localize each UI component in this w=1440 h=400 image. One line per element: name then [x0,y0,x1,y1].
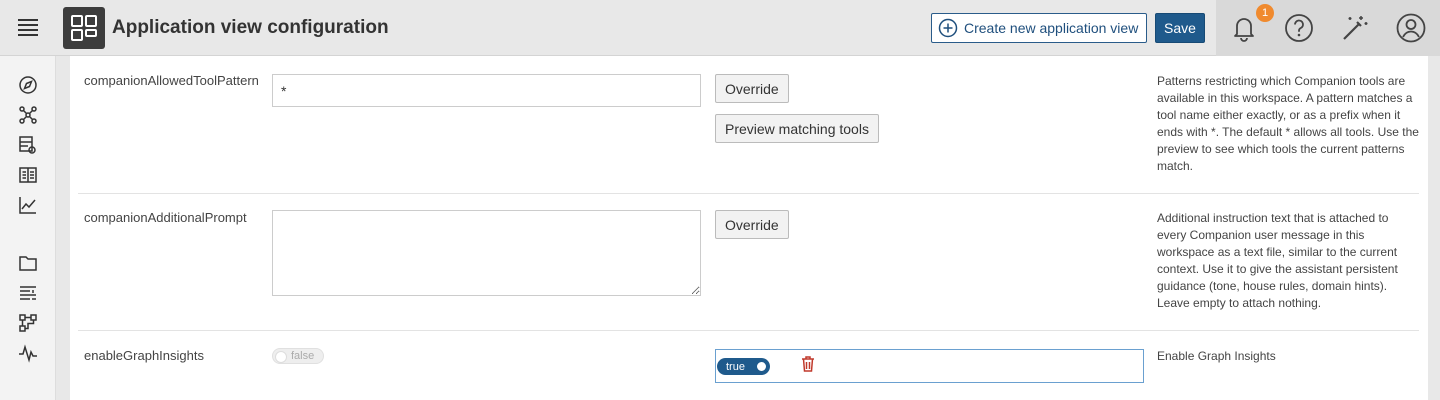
magic-wand-icon[interactable] [1339,12,1371,44]
tool-pattern-input[interactable] [272,74,701,107]
settings-row: enableGraphInsights false true Enable Gr… [78,331,1419,400]
notification-badge: 1 [1256,4,1274,22]
override-value-toggle[interactable]: true [717,358,770,375]
setting-key: companionAllowedToolPattern [84,73,259,88]
folder-icon[interactable] [18,253,38,273]
setting-key: enableGraphInsights [84,348,204,363]
toggle-label: false [291,350,315,362]
settings-row: companionAllowedToolPattern Override Pre… [78,56,1419,194]
toggle-knob [755,360,768,373]
top-bar: Application view configuration Create ne… [0,0,1440,56]
default-value-toggle: false [272,348,324,364]
data-view-icon[interactable] [18,135,38,155]
sidebar [0,56,56,400]
setting-key: companionAdditionalPrompt [84,210,247,225]
settings-panel: companionAllowedToolPattern Override Pre… [70,56,1428,400]
toggle-label: true [726,360,745,373]
list-filter-icon[interactable] [18,283,38,303]
save-button[interactable]: Save [1155,13,1205,43]
compass-icon[interactable] [18,75,38,95]
setting-description: Patterns restricting which Companion too… [1157,74,1419,173]
workflow-icon[interactable] [18,313,38,333]
setting-description: Enable Graph Insights [1157,349,1276,363]
pulse-icon[interactable] [18,343,38,363]
create-application-view-button[interactable]: Create new application view [931,13,1147,43]
menu-icon[interactable] [18,19,38,37]
trash-icon[interactable] [800,355,816,373]
create-button-label: Create new application view [964,20,1139,36]
line-chart-icon[interactable] [18,195,38,215]
override-button[interactable]: Override [715,74,789,103]
help-icon[interactable] [1283,12,1315,44]
override-button[interactable]: Override [715,210,789,239]
settings-row: companionAdditionalPrompt Override Addit… [78,194,1419,331]
plus-circle-icon [938,18,958,38]
setting-description: Additional instruction text that is atta… [1157,211,1398,310]
page-title: Application view configuration [112,17,389,38]
override-value-box: true [715,349,1144,383]
notifications-bell-icon[interactable] [1228,12,1260,44]
reader-icon[interactable] [18,165,38,185]
additional-prompt-textarea[interactable] [272,210,701,296]
graph-network-icon[interactable] [18,105,38,125]
preview-matching-tools-button[interactable]: Preview matching tools [715,114,879,143]
user-avatar-icon[interactable] [1395,12,1427,44]
app-view-icon [63,7,105,49]
